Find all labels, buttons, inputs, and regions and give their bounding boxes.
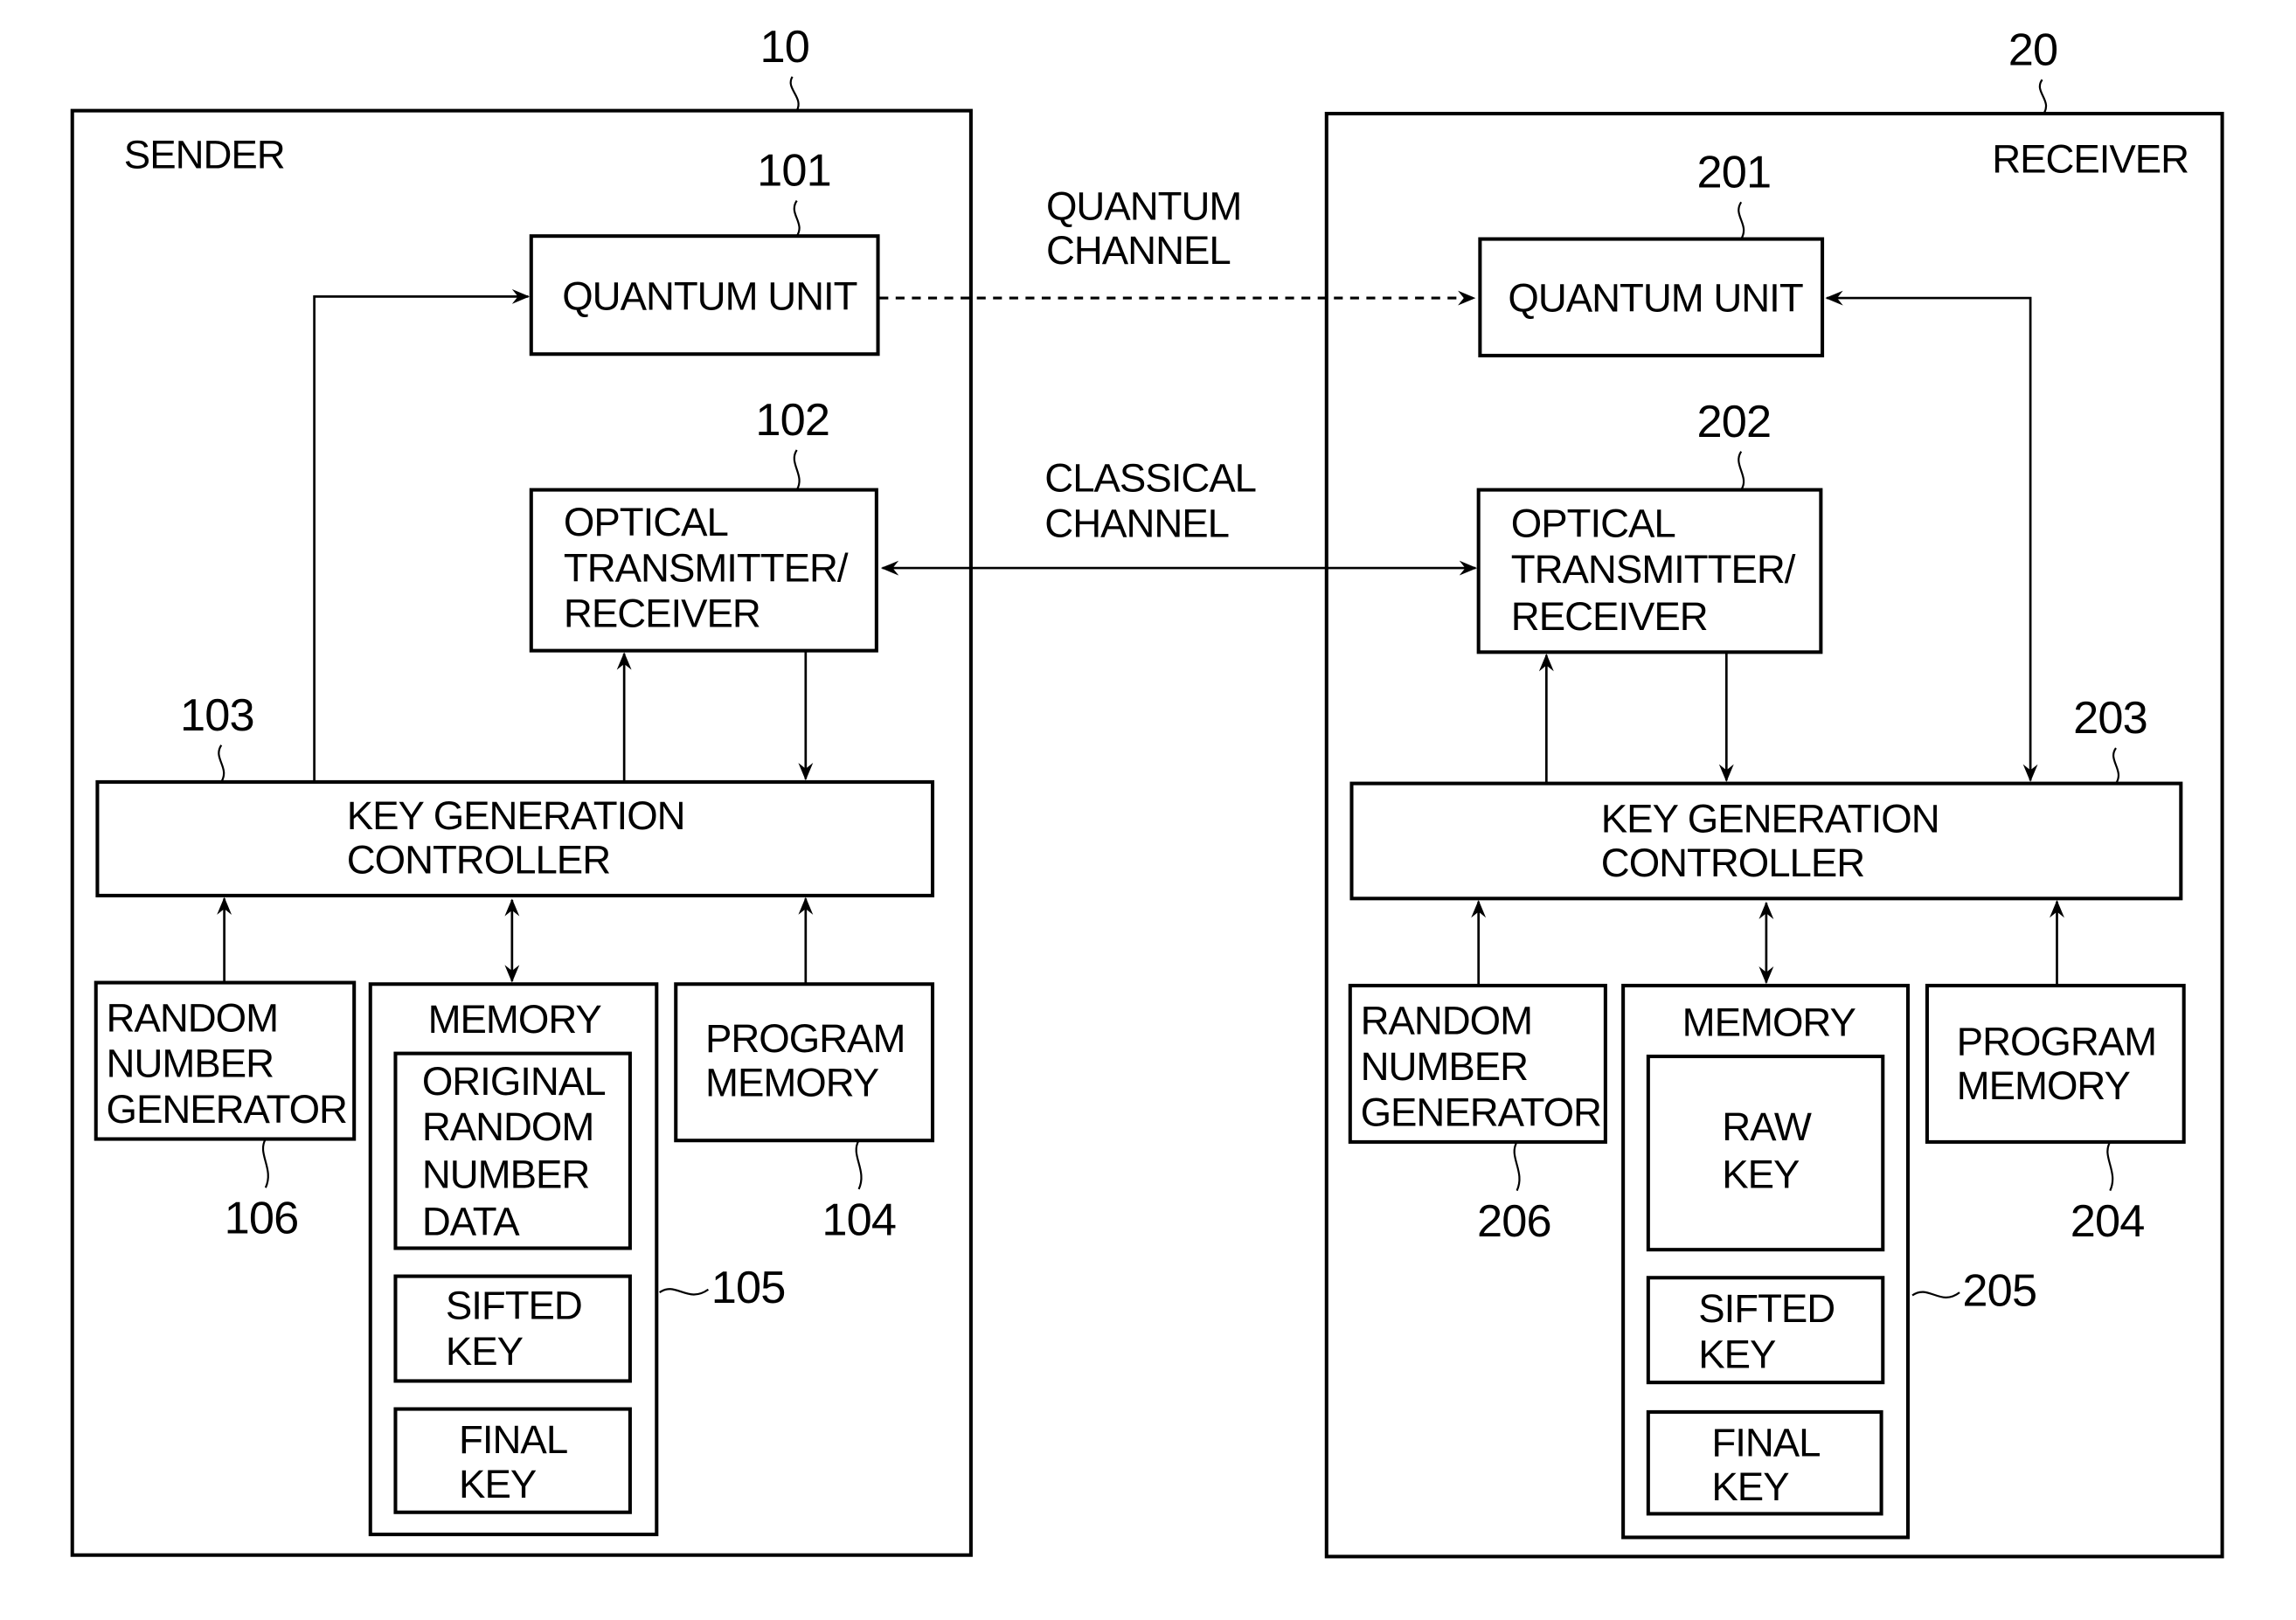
classical-channel-label-line2: CHANNEL <box>1044 502 1229 546</box>
receiver-rng-line3: GENERATOR <box>1361 1090 1601 1134</box>
quantum-channel-label-line1: QUANTUM <box>1046 184 1241 229</box>
receiver-quantum-unit: QUANTUM UNIT 201 <box>1478 147 1825 357</box>
sender-random-number-generator: RANDOM NUMBER GENERATOR 106 <box>94 980 357 1244</box>
sender-quantum-unit-ref: 101 <box>757 146 831 197</box>
qkd-system-diagram: 10 SENDER QUANTUM UNIT 101 OPTICAL TRANS… <box>70 22 2224 1559</box>
sender-optical-ref: 102 <box>755 395 829 446</box>
sender-title: SENDER <box>124 132 285 177</box>
sender-rng-line1: RANDOM <box>107 995 278 1040</box>
receiver-raw-line1: RAW <box>1722 1104 1812 1149</box>
receiver-controller-line2: CONTROLLER <box>1601 841 1864 885</box>
sender-memory-title: MEMORY <box>428 997 602 1042</box>
receiver-controller-leader <box>2112 747 2119 785</box>
sender-final-line2: KEY <box>459 1462 537 1506</box>
receiver-final-line2: KEY <box>1711 1464 1789 1509</box>
receiver-rng-line2: NUMBER <box>1361 1044 1528 1089</box>
receiver-memory-title: MEMORY <box>1682 1000 1856 1044</box>
receiver-memory-ref: 205 <box>1962 1265 2036 1316</box>
receiver-program-line1: PROGRAM <box>1957 1019 2156 1063</box>
sender-program-ref: 104 <box>822 1194 896 1245</box>
sender-quantum-unit: QUANTUM UNIT 101 <box>529 146 880 357</box>
receiver-quantum-unit-leader <box>1738 201 1745 240</box>
sender-optical-line2: TRANSMITTER/ <box>564 545 849 590</box>
receiver-final-line1: FINAL <box>1711 1421 1820 1465</box>
sender-program-line1: PROGRAM <box>705 1016 905 1061</box>
sender-controller-line2: CONTROLLER <box>347 838 610 883</box>
receiver-controller-ref: 203 <box>2073 693 2147 744</box>
sender-sifted-line2: KEY <box>446 1329 524 1374</box>
sender-controller-leader <box>218 744 225 783</box>
sender-memory-ref: 105 <box>711 1263 786 1313</box>
receiver-quantum-controller-bidir-arrow <box>1825 290 2038 782</box>
sender-ref-number: 10 <box>760 22 809 73</box>
channels: QUANTUM CHANNEL CLASSICAL CHANNEL <box>879 184 1477 576</box>
receiver-key-generation-controller: KEY GENERATION CONTROLLER 203 <box>1349 693 2183 901</box>
sender-original-line3: NUMBER <box>422 1152 589 1196</box>
receiver-program-ref: 204 <box>2071 1196 2145 1247</box>
sender-quantum-unit-label: QUANTUM UNIT <box>562 274 857 319</box>
receiver-rng-line1: RANDOM <box>1361 999 1532 1043</box>
sender-quantum-unit-leader <box>793 200 801 237</box>
sender-memory-leader <box>659 1288 710 1296</box>
receiver-ref-number: 20 <box>2008 24 2058 75</box>
sender-rng-leader <box>261 1138 269 1188</box>
sender-key-generation-controller: KEY GENERATION CONTROLLER 103 <box>95 690 935 897</box>
sender-ref-leader <box>789 76 800 112</box>
sender-controller-ref: 103 <box>180 690 254 741</box>
receiver-quantum-unit-label: QUANTUM UNIT <box>1508 275 1802 320</box>
receiver-memory-leader <box>1911 1291 1960 1298</box>
receiver-optical-ref: 202 <box>1697 397 1772 447</box>
sender-program-line2: MEMORY <box>705 1061 879 1105</box>
receiver-raw-line2: KEY <box>1722 1152 1800 1196</box>
receiver-optical-leader <box>1738 451 1745 491</box>
sender-optical-leader <box>793 449 801 491</box>
sender-optical-line1: OPTICAL <box>564 500 728 544</box>
sender-optical-transceiver: OPTICAL TRANSMITTER/ RECEIVER 102 <box>529 395 878 653</box>
receiver-rng-ref: 206 <box>1477 1196 1551 1247</box>
receiver-controller-line1: KEY GENERATION <box>1601 796 1939 841</box>
receiver-program-memory: PROGRAM MEMORY 204 <box>1925 983 2186 1247</box>
sender-device: 10 SENDER QUANTUM UNIT 101 OPTICAL TRANS… <box>70 22 973 1557</box>
receiver-device: 20 RECEIVER QUANTUM UNIT 201 OPTICAL TRA… <box>1324 24 2224 1559</box>
receiver-optical-line1: OPTICAL <box>1511 502 1675 546</box>
sender-program-memory: PROGRAM MEMORY 104 <box>674 982 935 1245</box>
classical-channel-label-line1: CLASSICAL <box>1044 455 1256 500</box>
sender-final-line1: FINAL <box>459 1417 567 1462</box>
receiver-rng-leader <box>1513 1141 1521 1192</box>
receiver-optical-line3: RECEIVER <box>1511 594 1708 639</box>
sender-original-line2: RANDOM <box>422 1104 593 1149</box>
quantum-channel-label-line2: CHANNEL <box>1046 228 1231 273</box>
sender-rng-line3: GENERATOR <box>107 1087 347 1132</box>
sender-optical-line3: RECEIVER <box>564 592 760 636</box>
sender-controller-line1: KEY GENERATION <box>347 793 685 838</box>
sender-original-line4: DATA <box>422 1199 520 1243</box>
receiver-optical-line2: TRANSMITTER/ <box>1511 547 1796 592</box>
sender-rng-line2: NUMBER <box>107 1042 274 1086</box>
sender-rng-ref: 106 <box>225 1194 299 1244</box>
receiver-quantum-unit-ref: 201 <box>1697 147 1772 197</box>
receiver-random-number-generator: RANDOM NUMBER GENERATOR 206 <box>1348 983 1607 1247</box>
receiver-program-line2: MEMORY <box>1957 1063 2131 1108</box>
receiver-program-leader <box>2106 1141 2114 1192</box>
sender-sifted-line1: SIFTED <box>446 1284 582 1328</box>
receiver-optical-transceiver: OPTICAL TRANSMITTER/ RECEIVER 202 <box>1476 397 1823 654</box>
sender-controller-to-quantum-arrow <box>313 288 531 782</box>
sender-program-leader <box>855 1139 863 1190</box>
receiver-sifted-line2: KEY <box>1698 1332 1776 1376</box>
receiver-title: RECEIVER <box>1992 137 2188 182</box>
receiver-ref-leader <box>2038 79 2047 114</box>
receiver-sifted-line1: SIFTED <box>1698 1286 1835 1331</box>
sender-original-line1: ORIGINAL <box>422 1059 606 1104</box>
